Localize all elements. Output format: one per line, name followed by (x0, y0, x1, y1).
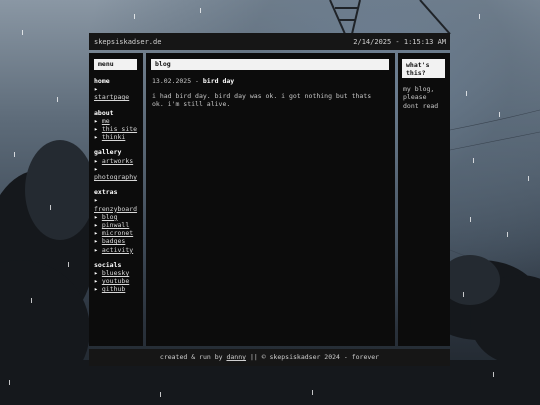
menu-panel: menu home ▸ startpage about ▸ me ▸ this s… (89, 53, 143, 346)
top-bar: skepsiskadser.de 2/14/2025 - 1:15:13 AM (89, 33, 450, 50)
menu-link-pinwall[interactable]: pinwall (102, 221, 129, 229)
menu-item-this-site[interactable]: ▸ this site (94, 125, 139, 133)
menu-heading-home: home (94, 77, 110, 85)
menu-nav: home ▸ startpage about ▸ me ▸ this site ▸… (94, 77, 139, 294)
menu-item-artworks[interactable]: ▸ artworks (94, 157, 139, 165)
arrow-icon: ▸ (94, 125, 98, 134)
menu-item-thinki[interactable]: ▸ thinki (94, 133, 139, 141)
info-text-line1: my blog, (403, 85, 435, 93)
arrow-icon: ▸ (94, 277, 98, 286)
footer-author-link[interactable]: danny (226, 353, 246, 361)
menu-link-photography[interactable]: photography (94, 173, 137, 181)
arrow-icon: ▸ (94, 133, 98, 142)
arrow-icon: ▸ (94, 285, 98, 294)
menu-link-youtube[interactable]: youtube (102, 277, 129, 285)
menu-item-youtube[interactable]: ▸ youtube (94, 277, 139, 285)
menu-link-me[interactable]: me (102, 117, 110, 125)
menu-item-pinwall[interactable]: ▸ pinwall (94, 221, 139, 229)
main-panel: blog 13.02.2025 - bird day i had bird da… (146, 53, 395, 346)
menu-item-frenzyboard[interactable]: ▸ frenzyboard (94, 196, 139, 212)
menu-item-activity[interactable]: ▸ activity (94, 246, 139, 254)
arrow-icon: ▸ (94, 229, 98, 238)
menu-heading-socials: socials (94, 260, 122, 269)
blog-post-header: 13.02.2025 - bird day (152, 77, 390, 85)
info-text-line3: dont read (403, 101, 439, 110)
menu-link-blog[interactable]: blog (102, 213, 118, 221)
post-body: i had bird day. bird day was ok. i got n… (152, 92, 372, 109)
arrow-icon: ▸ (94, 164, 98, 173)
post-date: 13.02.2025 - (152, 77, 199, 85)
arrow-icon: ▸ (94, 237, 98, 246)
menu-item-me[interactable]: ▸ me (94, 117, 139, 125)
menu-item-blog[interactable]: ▸ blog (94, 213, 139, 221)
site-window: skepsiskadser.de 2/14/2025 - 1:15:13 AM … (89, 33, 450, 366)
post-title: bird day (202, 77, 235, 85)
menu-heading-gallery: gallery (94, 148, 122, 157)
arrow-icon: ▸ (94, 196, 98, 205)
arrow-icon: ▸ (94, 85, 98, 94)
footer: created & run by danny || © skepsiskadse… (89, 349, 450, 366)
menu-heading-extras: extras (94, 188, 118, 197)
info-title-line2: this? (406, 69, 426, 77)
arrow-icon: ▸ (94, 245, 98, 254)
info-title: what's this? (402, 59, 445, 78)
menu-link-micronet[interactable]: micronet (102, 229, 133, 237)
menu-link-thinki[interactable]: thinki (102, 133, 125, 141)
menu-link-github[interactable]: github (102, 285, 125, 293)
menu-item-badges[interactable]: ▸ badges (94, 237, 139, 245)
menu-item-startpage[interactable]: ▸ startpage (94, 85, 139, 101)
info-text-line2: please (403, 93, 427, 102)
menu-item-photography[interactable]: ▸ photography (94, 165, 139, 181)
menu-item-github[interactable]: ▸ github (94, 285, 139, 293)
menu-link-artworks[interactable]: artworks (102, 157, 133, 165)
menu-item-bluesky[interactable]: ▸ bluesky (94, 269, 139, 277)
footer-prefix: created & run by (159, 353, 223, 361)
info-title-line1: what's (406, 61, 430, 69)
arrow-icon: ▸ (94, 212, 98, 221)
menu-link-frenzyboard[interactable]: frenzyboard (94, 205, 137, 213)
menu-link-this-site[interactable]: this site (102, 125, 137, 133)
arrow-icon: ▸ (94, 156, 98, 165)
menu-link-startpage[interactable]: startpage (94, 93, 129, 101)
info-panel: what's this? my blog, please dont read (398, 53, 450, 346)
arrow-icon: ▸ (94, 269, 98, 278)
clock: 2/14/2025 - 1:15:13 AM (353, 38, 446, 46)
menu-item-micronet[interactable]: ▸ micronet (94, 229, 139, 237)
menu-link-activity[interactable]: activity (102, 246, 133, 254)
arrow-icon: ▸ (94, 116, 98, 125)
main-title: blog (151, 59, 389, 70)
footer-copyright: || © skepsiskadser 2024 - forever (249, 353, 380, 361)
menu-title: menu (94, 59, 137, 70)
menu-link-bluesky[interactable]: bluesky (102, 269, 129, 277)
menu-link-badges[interactable]: badges (102, 237, 125, 245)
info-text: my blog, please dont read (403, 85, 447, 110)
arrow-icon: ▸ (94, 221, 98, 230)
menu-heading-about: about (94, 108, 114, 117)
site-name[interactable]: skepsiskadser.de (94, 38, 161, 46)
